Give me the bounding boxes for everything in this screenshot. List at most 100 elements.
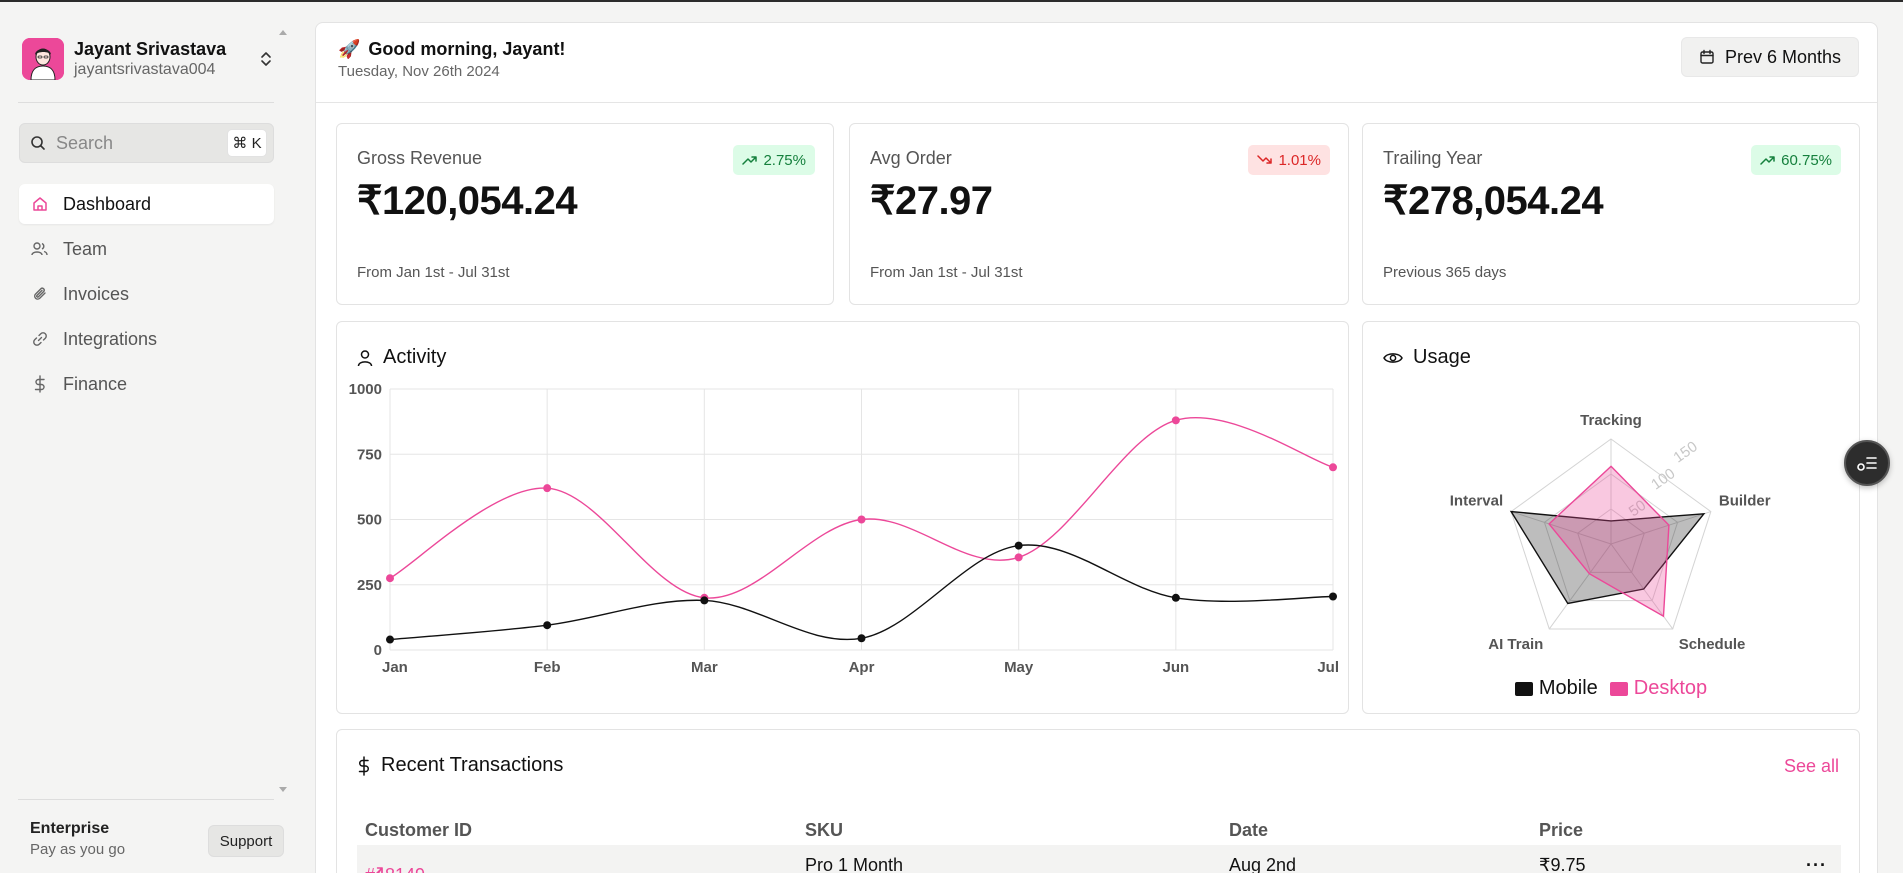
sidebar-item-finance[interactable]: Finance — [19, 364, 274, 404]
trend-value: 1.01% — [1278, 151, 1321, 169]
table-row[interactable]: #48149 Pro 1 Month Aug 2nd ₹9.75 ··· — [357, 845, 1841, 873]
avatar-illustration-icon — [22, 38, 64, 80]
data-point — [386, 574, 394, 583]
search-input[interactable]: Search ⌘ K — [19, 123, 274, 163]
sidebar-item-dashboard[interactable]: Dashboard — [19, 184, 274, 224]
column-header-customer-id[interactable]: Customer ID — [365, 820, 472, 841]
scroll-up-arrow-icon[interactable] — [279, 30, 287, 35]
data-point — [1329, 463, 1337, 472]
trending-up-icon — [1760, 154, 1776, 166]
trend-badge: 2.75% — [733, 145, 815, 175]
greeting-text: Good morning, Jayant! — [368, 39, 566, 59]
column-header-sku[interactable]: SKU — [805, 820, 843, 841]
x-tick-label: Jul — [1317, 659, 1339, 676]
kpi-footnote: Previous 365 days — [1383, 264, 1507, 281]
price-cell: ₹9.75 — [1539, 855, 1586, 873]
x-tick-label: Apr — [849, 659, 875, 676]
data-point — [857, 634, 866, 643]
data-point — [700, 596, 709, 605]
trend-value: 2.75% — [763, 151, 806, 169]
trending-up-icon — [742, 154, 758, 166]
activity-card: Activity 0 250 500 750 1000 Jan Feb Mar Apr May Ju… — [336, 321, 1349, 714]
activity-line-chart: 0 250 500 750 1000 Jan Feb Mar Apr May Jun Jul — [349, 381, 1339, 676]
sidebar-item-team[interactable]: Team — [19, 229, 274, 269]
greeting: 🚀 Good morning, Jayant! — [338, 39, 565, 60]
data-point — [1171, 593, 1180, 602]
kpi-card-gross-revenue: Gross Revenue 2.75% ₹120,054.24 From Jan… — [336, 123, 834, 305]
y-tick-label: 750 — [357, 446, 382, 463]
y-tick-label: 0 — [374, 642, 382, 659]
see-all-link[interactable]: See all — [1784, 756, 1839, 777]
kpi-label: Gross Revenue — [357, 148, 483, 168]
kpi-card-trailing-year: Trailing Year 60.75% ₹278,054.24 Previou… — [1362, 123, 1860, 305]
y-tick-label: 500 — [357, 512, 382, 529]
rocket-icon: 🚀 — [338, 39, 361, 59]
kpi-footnote: From Jan 1st - Jul 31st — [870, 264, 1023, 281]
sidebar: Jayant Srivastava jayantsrivastava004 Se… — [0, 2, 295, 873]
floating-toolbar-button[interactable] — [1844, 440, 1890, 486]
radar-axis-label: Interval — [1450, 493, 1503, 510]
user-switcher[interactable]: Jayant Srivastava jayantsrivastava004 — [22, 36, 274, 82]
sidebar-item-label: Integrations — [63, 328, 158, 349]
usage-radar-chart: 50100150TrackingBuilderScheduleAI TrainI… — [1450, 412, 1771, 653]
sidebar-item-invoices[interactable]: Invoices — [19, 274, 274, 314]
plan-info: Enterprise Pay as you go Support — [30, 820, 285, 858]
sidebar-item-label: Dashboard — [63, 193, 152, 214]
avatar — [22, 38, 64, 80]
legend-item-mobile[interactable]: Mobile — [1514, 677, 1598, 700]
x-tick-label: May — [1004, 659, 1034, 676]
x-tick-label: Jun — [1162, 659, 1189, 676]
date-cell: Aug 2nd — [1229, 855, 1297, 873]
legend-label: Mobile — [1538, 677, 1598, 699]
data-point — [386, 635, 394, 644]
data-point — [857, 515, 866, 524]
transactions-title-text: Recent Transactions — [381, 754, 564, 776]
kpi-label: Avg Order — [870, 148, 952, 168]
column-header-date[interactable]: Date — [1229, 820, 1268, 841]
home-icon — [31, 195, 49, 213]
kpi-value: ₹278,054.24 — [1383, 179, 1604, 223]
link-icon — [31, 330, 49, 348]
transactions-title: Recent Transactions — [357, 754, 563, 777]
legend-label: Desktop — [1633, 677, 1708, 699]
sidebar-footer-divider — [18, 799, 274, 800]
y-tick-label: 250 — [357, 577, 382, 594]
legend-item-desktop[interactable]: Desktop — [1609, 677, 1708, 700]
radar-axis-label: Builder — [1719, 493, 1771, 510]
table-header: Customer ID SKU Date Price — [357, 810, 1841, 850]
trend-badge: 1.01% — [1248, 145, 1330, 175]
data-point — [1329, 592, 1337, 601]
user-name: Jayant Srivastava — [74, 39, 227, 59]
kpi-card-avg-order: Avg Order 1.01% ₹27.97 From Jan 1st - Ju… — [849, 123, 1349, 305]
current-date: Tuesday, Nov 26th 2024 — [338, 63, 500, 80]
sidebar-nav: Dashboard Team Invoices Integrations Fin… — [19, 184, 274, 409]
kpi-footnote: From Jan 1st - Jul 31st — [357, 264, 510, 281]
usage-legend: Mobile Desktop — [1363, 677, 1859, 700]
sidebar-item-label: Invoices — [63, 283, 130, 304]
column-header-price[interactable]: Price — [1539, 820, 1583, 841]
x-tick-label: Feb — [534, 659, 561, 676]
sidebar-item-label: Team — [63, 238, 108, 259]
search-icon — [31, 136, 45, 150]
radial-tick-label: 150 — [1670, 438, 1700, 466]
chevron-up-down-icon[interactable] — [258, 48, 274, 70]
x-tick-label: Jan — [382, 659, 408, 676]
data-point — [1014, 553, 1023, 562]
main-panel: 🚀 Good morning, Jayant! Tuesday, Nov 26t… — [315, 22, 1878, 873]
date-range-button[interactable]: Prev 6 Months — [1681, 37, 1859, 77]
settings-list-icon — [1857, 457, 1877, 471]
sidebar-scrollbar[interactable] — [277, 26, 289, 796]
scroll-down-arrow-icon[interactable] — [279, 787, 287, 792]
data-point — [543, 484, 552, 493]
kpi-value: ₹27.97 — [870, 179, 993, 223]
sidebar-item-integrations[interactable]: Integrations — [19, 319, 274, 359]
transactions-card: Recent Transactions See all Customer ID … — [336, 729, 1860, 873]
data-point — [543, 621, 552, 630]
search-placeholder: Search — [56, 132, 114, 153]
row-menu-icon[interactable]: ··· — [1806, 855, 1827, 873]
support-button[interactable]: Support — [208, 825, 284, 857]
users-icon — [31, 240, 49, 258]
usage-card: Usage 50 100 150 Tracking Builder Schedule AI … — [1362, 321, 1860, 714]
sku-cell: Pro 1 Month — [805, 855, 904, 873]
y-tick-label: 1000 — [349, 381, 382, 398]
